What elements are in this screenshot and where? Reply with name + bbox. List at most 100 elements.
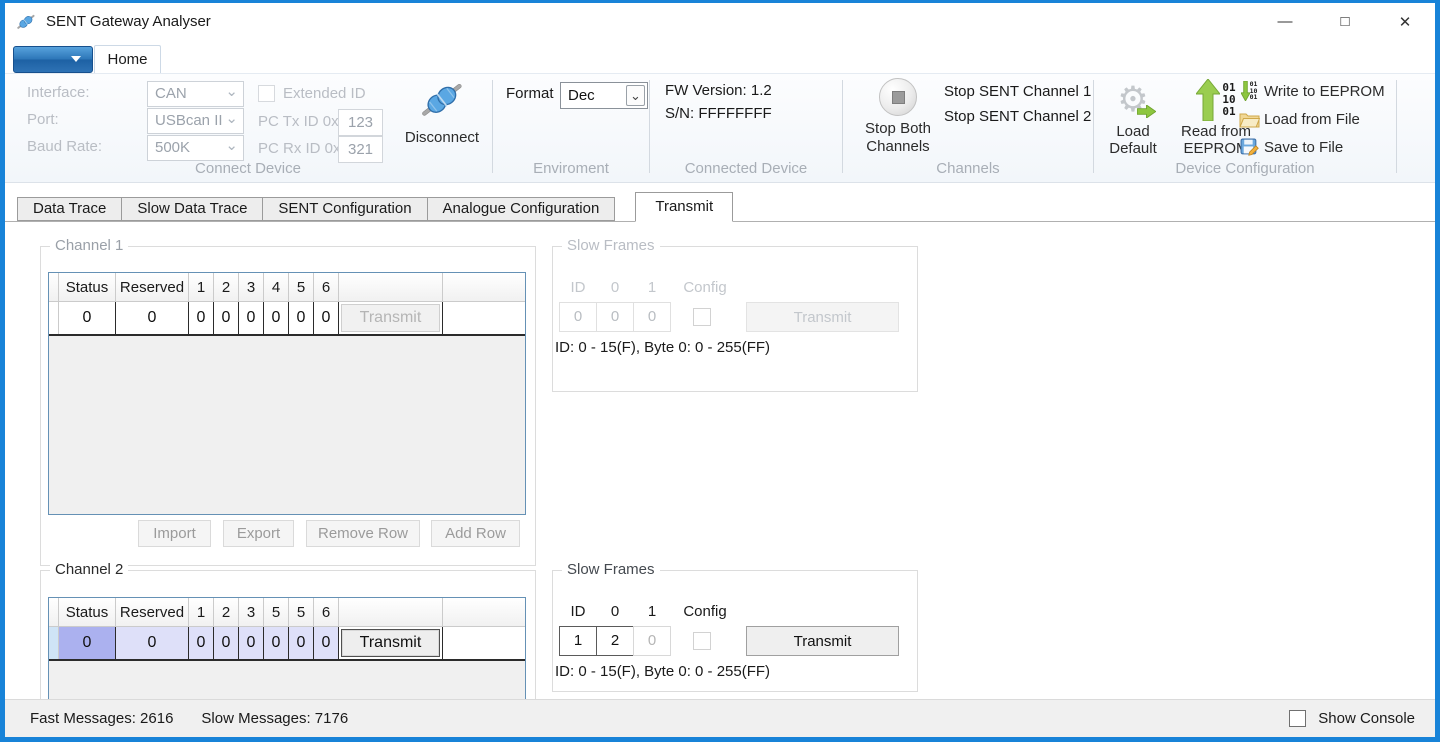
header-2: 2 bbox=[214, 273, 239, 302]
port-select[interactable]: USBcan II #0 ( ⌄ bbox=[147, 108, 244, 134]
remove-row-button[interactable]: Remove Row bbox=[306, 520, 420, 547]
write-to-eeprom-button[interactable]: 011001 Write to EEPROM bbox=[1237, 77, 1385, 105]
save-to-file-label: Save to File bbox=[1264, 139, 1343, 156]
app-connector-icon bbox=[15, 11, 37, 33]
save-to-file-button[interactable]: Save to File bbox=[1237, 133, 1385, 161]
status-cell[interactable]: 0 bbox=[59, 302, 116, 334]
id-input[interactable]: 1 bbox=[559, 626, 597, 656]
tab-transmit[interactable]: Transmit bbox=[635, 192, 733, 222]
app-menu-button[interactable] bbox=[13, 46, 93, 73]
slow-frames-1-label: Slow Frames bbox=[562, 237, 660, 254]
header-3: 3 bbox=[239, 273, 264, 302]
stop-both-channels-label: Stop Both Channels bbox=[850, 120, 946, 156]
data-cell-4[interactable]: 0 bbox=[264, 627, 289, 659]
import-button[interactable]: Import bbox=[138, 520, 211, 547]
table-header-row: Status Reserved 1 2 3 4 5 6 bbox=[49, 273, 525, 302]
green-arrow-up-icon bbox=[1196, 79, 1220, 121]
extended-id-checkbox[interactable] bbox=[258, 85, 275, 102]
row-transmit-button[interactable]: Transmit bbox=[341, 629, 440, 657]
ribbon: Interface: CAN ⌄ Port: USBcan II #0 ( ⌄ … bbox=[5, 73, 1435, 183]
status-cell[interactable]: 0 bbox=[59, 627, 116, 659]
config-checkbox[interactable] bbox=[693, 632, 711, 650]
baud-rate-value: 500K bbox=[155, 139, 190, 156]
data-cell-1[interactable]: 0 bbox=[189, 627, 214, 659]
slow-transmit-button[interactable]: Transmit bbox=[746, 626, 899, 656]
reserved-cell[interactable]: 0 bbox=[116, 627, 189, 659]
format-select[interactable]: Dec ⌄ bbox=[560, 82, 648, 109]
ribbon-tab-home[interactable]: Home bbox=[94, 45, 161, 73]
pc-tx-id-label: PC Tx ID 0x bbox=[258, 113, 339, 130]
data-cell-3[interactable]: 0 bbox=[239, 627, 264, 659]
pc-tx-id-input[interactable]: 123 bbox=[338, 109, 383, 136]
window-controls: — □ ✕ bbox=[1255, 3, 1435, 40]
slow-frames-2-label: Slow Frames bbox=[562, 561, 660, 578]
add-row-button[interactable]: Add Row bbox=[431, 520, 520, 547]
data-cell-5[interactable]: 0 bbox=[289, 627, 314, 659]
row-selector-cell[interactable] bbox=[49, 627, 59, 659]
interface-label: Interface: bbox=[27, 84, 90, 101]
interface-select[interactable]: CAN ⌄ bbox=[147, 81, 244, 107]
group-label-channels: Channels bbox=[844, 160, 1092, 177]
ribbon-gap bbox=[5, 183, 1435, 191]
group-label-environment: Enviroment bbox=[494, 160, 648, 177]
reserved-cell[interactable]: 0 bbox=[116, 302, 189, 334]
header-rowselector bbox=[49, 598, 59, 627]
row-selector-cell[interactable] bbox=[49, 302, 59, 334]
interface-value: CAN bbox=[155, 85, 187, 102]
data-cell-6[interactable]: 0 bbox=[314, 627, 339, 659]
tab-analogue-configuration[interactable]: Analogue Configuration bbox=[427, 197, 616, 221]
minimize-button[interactable]: — bbox=[1255, 3, 1315, 40]
tab-data-trace[interactable]: Data Trace bbox=[17, 197, 122, 221]
tab-sent-configuration[interactable]: SENT Configuration bbox=[262, 197, 427, 221]
header-4: 5 bbox=[264, 598, 289, 627]
data-cell-5[interactable]: 0 bbox=[289, 302, 314, 334]
data-cell-2[interactable]: 0 bbox=[214, 627, 239, 659]
data-cell-3[interactable]: 0 bbox=[239, 302, 264, 334]
maximize-button[interactable]: □ bbox=[1315, 3, 1375, 40]
header-reserved: Reserved bbox=[116, 273, 189, 302]
config-label: Config bbox=[677, 279, 733, 296]
stop-sent-channel-2-button[interactable]: Stop SENT Channel 2 bbox=[944, 108, 1091, 125]
header-status: Status bbox=[59, 598, 116, 627]
byte1-input[interactable]: 0 bbox=[633, 626, 671, 656]
transmit-cell: Transmit bbox=[339, 627, 443, 659]
tab-slow-data-trace[interactable]: Slow Data Trace bbox=[121, 197, 263, 221]
byte0-input[interactable]: 2 bbox=[596, 626, 634, 656]
config-checkbox[interactable] bbox=[693, 308, 711, 326]
export-button[interactable]: Export bbox=[223, 520, 294, 547]
data-cell-6[interactable]: 0 bbox=[314, 302, 339, 334]
stop-sent-channel-1-button[interactable]: Stop SENT Channel 1 bbox=[944, 83, 1091, 100]
byte0-input[interactable]: 0 bbox=[596, 302, 634, 332]
group-label-device-configuration: Device Configuration bbox=[1095, 160, 1395, 177]
config-label: Config bbox=[677, 603, 733, 620]
group-label-connect-device: Connect Device bbox=[5, 160, 491, 177]
range-note: ID: 0 - 15(F), Byte 0: 0 - 255(FF) bbox=[555, 339, 770, 356]
serial-number-text: S/N: FFFFFFFF bbox=[665, 105, 772, 122]
load-default-button[interactable]: ⚙ Load Default bbox=[1099, 77, 1167, 157]
slow-transmit-button[interactable]: Transmit bbox=[746, 302, 899, 332]
byte1-input[interactable]: 0 bbox=[633, 302, 671, 332]
channel-1-table: Status Reserved 1 2 3 4 5 6 0 0 0 0 bbox=[48, 272, 526, 515]
stop-both-channels-button[interactable]: Stop Both Channels bbox=[850, 77, 946, 156]
group-environment: Format Dec ⌄ Enviroment bbox=[494, 74, 648, 182]
chevron-down-icon: ⌄ bbox=[225, 134, 238, 158]
save-icon bbox=[1237, 136, 1261, 158]
transmit-page: Channel 1 Status Reserved 1 2 3 4 5 6 bbox=[5, 222, 1435, 699]
load-from-file-button[interactable]: Load from File bbox=[1237, 105, 1385, 133]
data-cell-2[interactable]: 0 bbox=[214, 302, 239, 334]
pc-rx-id-input[interactable]: 321 bbox=[338, 136, 383, 163]
disconnect-button[interactable]: Disconnect bbox=[393, 77, 491, 146]
row-transmit-button[interactable]: Transmit bbox=[341, 304, 440, 332]
data-cell-1[interactable]: 0 bbox=[189, 302, 214, 334]
disconnect-label: Disconnect bbox=[393, 129, 491, 146]
show-console-checkbox[interactable] bbox=[1289, 710, 1306, 727]
fast-messages-counter: Fast Messages: 2616 bbox=[30, 710, 173, 727]
transmit-cell: Transmit bbox=[339, 302, 443, 334]
data-cell-4[interactable]: 0 bbox=[264, 302, 289, 334]
group-separator bbox=[649, 80, 650, 173]
channel-2-group: Channel 2 Status Reserved 1 2 3 5 5 6 bbox=[40, 570, 536, 699]
baud-rate-select[interactable]: 500K ⌄ bbox=[147, 135, 244, 161]
header-5: 5 bbox=[289, 273, 314, 302]
close-button[interactable]: ✕ bbox=[1375, 3, 1435, 40]
id-input[interactable]: 0 bbox=[559, 302, 597, 332]
